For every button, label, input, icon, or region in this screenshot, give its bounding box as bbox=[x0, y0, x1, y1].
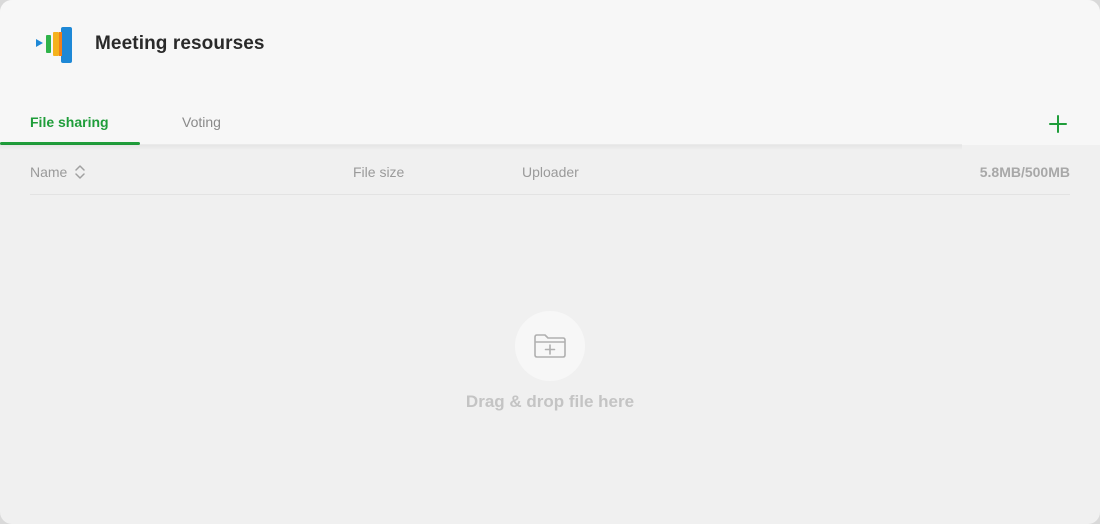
plus-icon[interactable] bbox=[1046, 112, 1070, 136]
tab-voting[interactable]: Voting bbox=[182, 114, 221, 130]
column-header-name[interactable]: Name bbox=[30, 164, 67, 180]
column-header-file-size: File size bbox=[353, 164, 405, 180]
folder-plus-icon bbox=[534, 334, 566, 358]
sort-updown-icon[interactable] bbox=[74, 163, 86, 181]
meeting-resources-panel: Meeting resourses File sharing Voting Na… bbox=[0, 0, 1100, 524]
storage-usage: 5.8MB/500MB bbox=[979, 164, 1070, 180]
dropzone-label: Drag & drop file here bbox=[465, 392, 635, 411]
column-header-uploader: Uploader bbox=[522, 164, 579, 180]
panel-header bbox=[0, 0, 1100, 145]
app-logo-icon bbox=[36, 27, 72, 63]
table-header-divider bbox=[30, 194, 1070, 195]
page-title: Meeting resourses bbox=[95, 33, 265, 54]
header-shadow bbox=[0, 144, 962, 150]
tab-file-sharing[interactable]: File sharing bbox=[30, 114, 109, 130]
